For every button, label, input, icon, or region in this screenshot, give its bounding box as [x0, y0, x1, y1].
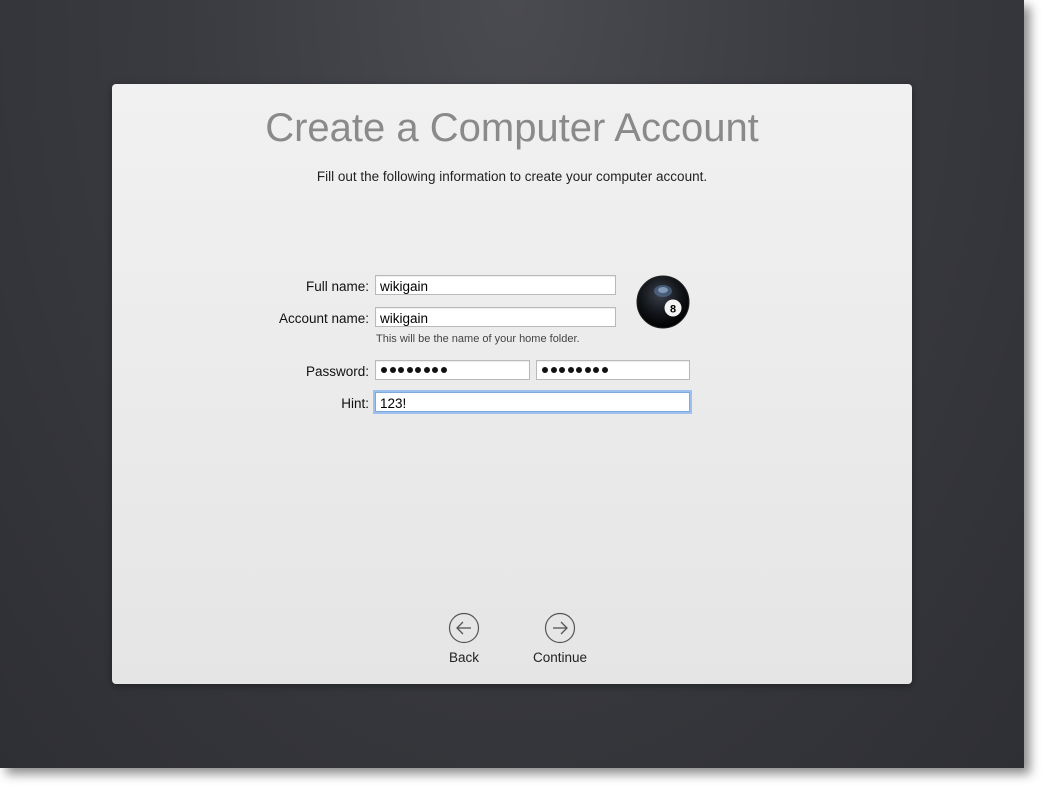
password-input[interactable] — [375, 360, 530, 380]
full-name-label: Full name: — [305, 279, 369, 294]
password-mask-dot — [576, 367, 582, 373]
back-button-label: Back — [448, 650, 479, 665]
password-mask-dot — [398, 367, 404, 373]
password-mask-dot — [381, 367, 387, 373]
full-name-input[interactable] — [375, 275, 616, 295]
password-mask-dot — [406, 367, 413, 373]
password-mask-dot — [559, 367, 565, 373]
continue-button-label: Continue — [532, 650, 588, 665]
password-mask-dot — [415, 367, 421, 373]
eight-ball-icon: 8 — [636, 275, 690, 329]
continue-button[interactable]: Continue — [520, 612, 600, 665]
user-picture-button[interactable]: 8 — [636, 275, 690, 329]
password-mask-dot — [593, 367, 599, 373]
password-mask-dot — [584, 367, 591, 373]
password-mask-dot — [601, 367, 608, 373]
account-name-helper-text: This will be the name of your home folde… — [376, 333, 580, 345]
arrow-left-icon — [448, 612, 480, 644]
eight-ball-number: 8 — [670, 304, 676, 316]
page-subtitle: Fill out the following information to cr… — [316, 169, 708, 184]
password-mask-dot — [389, 367, 396, 373]
password-mask-dot — [432, 367, 438, 373]
password-mask-dot — [440, 367, 447, 373]
account-name-input[interactable] — [375, 307, 616, 327]
verify-password-input[interactable] — [536, 360, 690, 380]
back-button[interactable]: Back — [424, 612, 504, 665]
password-mask-dot — [542, 367, 548, 373]
setup-assistant-background: Create a Computer Account Fill out the f… — [0, 0, 1024, 768]
account-name-label: Account name: — [278, 311, 369, 326]
setup-panel: Create a Computer Account Fill out the f… — [112, 84, 912, 684]
hint-input[interactable] — [375, 392, 690, 412]
hint-label: Hint: — [341, 396, 369, 411]
password-mask-dot — [550, 367, 557, 373]
password-mask-dot — [423, 367, 430, 373]
arrow-right-icon — [544, 612, 576, 644]
page-title: Create a Computer Account — [265, 106, 759, 150]
password-mask-dot — [567, 367, 574, 373]
password-label: Password: — [305, 364, 369, 379]
